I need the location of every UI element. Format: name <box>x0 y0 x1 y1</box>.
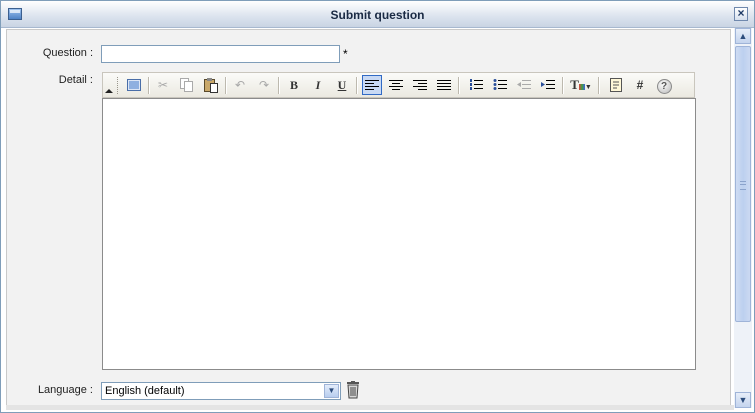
close-icon: × <box>737 6 745 20</box>
scroll-up-button[interactable]: ▲ <box>735 28 751 44</box>
toolbar-separator <box>356 77 358 94</box>
unordered-list-icon <box>493 79 507 90</box>
outdent-icon <box>517 80 531 89</box>
toolbar-separator <box>598 77 600 94</box>
underline-icon: U <box>337 78 347 92</box>
submit-question-window: Submit question × ▲ ▼ Question : * Detai… <box>0 0 755 413</box>
scroll-thumb[interactable] <box>735 46 751 322</box>
insert-template-button[interactable] <box>606 75 626 95</box>
anchor-icon: # <box>636 78 644 92</box>
grip-icon <box>740 181 746 190</box>
toggle-view-button[interactable] <box>124 75 144 95</box>
italic-button[interactable]: I <box>308 75 328 95</box>
copy-button[interactable] <box>177 75 197 95</box>
ordered-list-icon <box>470 79 483 90</box>
redo-icon: ↷ <box>258 78 270 92</box>
undo-button[interactable]: ↶ <box>230 75 250 95</box>
bold-icon: B <box>289 78 298 92</box>
chevron-down-icon: ▼ <box>584 84 592 91</box>
toolbar-collapse-icon[interactable] <box>105 89 113 93</box>
question-label: Question : <box>42 47 93 59</box>
text-color-icon: T <box>570 77 579 92</box>
indent-button[interactable] <box>538 75 558 95</box>
copy-icon <box>180 78 193 92</box>
toolbar-separator <box>278 77 280 94</box>
question-input[interactable] <box>101 45 340 63</box>
language-label: Language : <box>37 384 93 396</box>
toolbar-separator <box>562 77 564 94</box>
outdent-button[interactable] <box>514 75 534 95</box>
ordered-list-button[interactable] <box>466 75 486 95</box>
text-color-button[interactable]: T ▼ <box>568 75 594 95</box>
close-button[interactable]: × <box>734 7 748 21</box>
language-selected-value: English (default) <box>105 385 185 397</box>
align-center-button[interactable] <box>386 75 406 95</box>
language-select[interactable]: English (default) ▼ <box>101 382 341 400</box>
detail-editor[interactable] <box>102 98 696 370</box>
unordered-list-button[interactable] <box>490 75 510 95</box>
paste-icon <box>204 78 218 93</box>
justify-button[interactable] <box>434 75 454 95</box>
editor-toolbar: ✂ ↶ ↷ B I U T ▼ # ? <box>102 72 695 98</box>
language-dropdown-button[interactable]: ▼ <box>324 384 339 398</box>
align-left-button[interactable] <box>362 75 382 95</box>
cut-icon: ✂ <box>157 78 169 92</box>
bold-button[interactable]: B <box>284 75 304 95</box>
redo-button[interactable]: ↷ <box>254 75 274 95</box>
required-marker: * <box>343 47 348 61</box>
detail-label: Detail : <box>58 74 93 86</box>
toggle-view-icon <box>127 79 141 91</box>
align-left-icon <box>365 80 379 90</box>
align-right-icon <box>413 80 427 90</box>
toolbar-separator <box>148 77 150 94</box>
indent-icon <box>541 80 555 89</box>
toolbar-separator <box>458 77 460 94</box>
undo-icon: ↶ <box>234 78 246 92</box>
paste-button[interactable] <box>201 75 221 95</box>
underline-button[interactable]: U <box>332 75 352 95</box>
insert-template-icon <box>610 78 622 92</box>
anchor-button[interactable]: # <box>630 75 650 95</box>
chevron-down-icon: ▼ <box>327 386 336 395</box>
align-center-icon <box>389 80 403 90</box>
title-bar[interactable]: Submit question × <box>1 1 754 28</box>
vertical-scrollbar[interactable]: ▲ ▼ <box>734 28 752 408</box>
justify-icon <box>437 80 451 90</box>
trash-icon <box>347 381 359 399</box>
cut-button[interactable]: ✂ <box>153 75 173 95</box>
toolbar-separator <box>225 77 227 94</box>
scroll-down-button[interactable]: ▼ <box>735 392 751 408</box>
window-title: Submit question <box>330 8 425 22</box>
help-button[interactable]: ? <box>654 75 674 95</box>
bottom-strip <box>6 405 734 410</box>
align-right-button[interactable] <box>410 75 430 95</box>
delete-language-button[interactable] <box>345 381 361 399</box>
toolbar-grip <box>117 77 120 94</box>
help-icon: ? <box>656 79 672 94</box>
italic-icon: I <box>315 78 321 92</box>
